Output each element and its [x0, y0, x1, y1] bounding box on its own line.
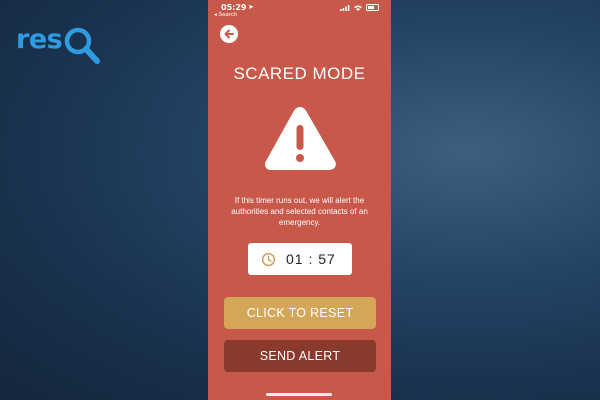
- timer-message: If this timer runs out, we will alert th…: [231, 196, 368, 227]
- timer-value: 01 : 57: [286, 251, 336, 267]
- phone-screen: 05:29 ➤ ◂ Search SCARED MODE If this tim: [208, 0, 391, 400]
- status-icons: [340, 4, 379, 11]
- battery-icon: [366, 4, 379, 11]
- location-arrow-icon: ➤: [248, 3, 254, 11]
- warning-icon: [264, 107, 336, 170]
- status-time: 05:29: [221, 3, 247, 12]
- send-alert-button[interactable]: SEND ALERT: [224, 340, 376, 372]
- back-button[interactable]: [220, 25, 238, 43]
- logo-text: res: [16, 24, 63, 55]
- arrow-left-icon: [224, 29, 234, 39]
- signal-icon: [340, 4, 350, 11]
- magnifier-logo-icon: [64, 27, 100, 64]
- home-indicator: [266, 393, 332, 396]
- wifi-icon: [354, 5, 362, 11]
- resq-logo: res: [16, 22, 100, 66]
- page-title: SCARED MODE: [233, 64, 366, 83]
- countdown-timer: 01 : 57: [248, 243, 352, 275]
- reset-button[interactable]: CLICK TO RESET: [224, 297, 376, 329]
- status-back-link[interactable]: ◂ Search: [214, 12, 237, 18]
- clock-icon: [261, 252, 276, 266]
